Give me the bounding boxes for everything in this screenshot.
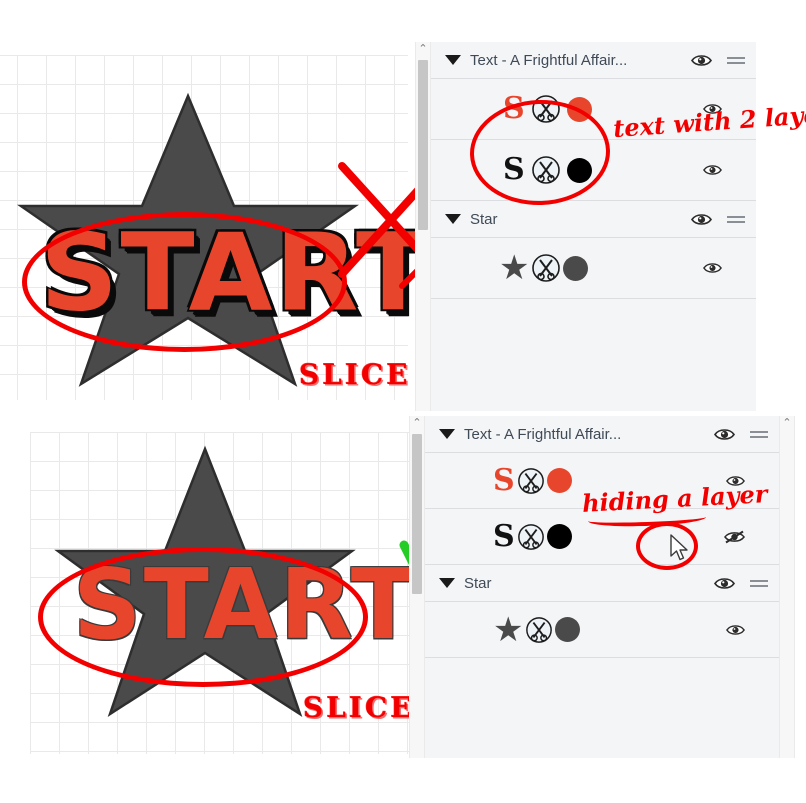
layer-color-dot	[546, 524, 572, 549]
layer-visibility-toggle[interactable]	[726, 623, 745, 637]
panel-scrollbar-left-bottom[interactable]: ⌃	[409, 416, 425, 758]
layer-row[interactable]: ★	[431, 238, 756, 299]
layer-row[interactable]: ★	[425, 602, 779, 658]
layer-star-thumb: ★	[493, 610, 524, 649]
slice-scissors-icon	[517, 523, 545, 551]
highlight-ellipse-hidden-eye	[636, 522, 698, 570]
highlight-ellipse-bottom	[38, 547, 368, 687]
layer-visibility-toggle[interactable]	[703, 163, 722, 177]
panel-filler	[425, 658, 779, 668]
layer-star-thumb: ★	[499, 249, 530, 287]
layer-thumbnails: S	[493, 518, 572, 554]
slice-scissors-icon	[531, 253, 561, 283]
layer-menu-icon[interactable]	[726, 54, 746, 66]
layers-panel-bottom[interactable]: ⌃ Text - A Frightful Affair... S S Star …	[409, 416, 795, 758]
scroll-up-icon[interactable]: ⌃	[780, 416, 794, 431]
chevron-down-icon[interactable]	[445, 214, 461, 224]
layer-group-header-text[interactable]: Text - A Frightful Affair...	[425, 416, 779, 453]
layer-color-dot	[555, 617, 581, 642]
chevron-down-icon[interactable]	[439, 578, 455, 588]
layer-thumbnails: ★	[493, 610, 581, 649]
scrollbar-thumb[interactable]	[412, 434, 422, 594]
panel-scrollbar-top[interactable]: ⌃	[415, 42, 431, 411]
layers-list-bottom: Text - A Frightful Affair... S S Star ★	[425, 416, 779, 758]
eye-visible-icon[interactable]	[714, 576, 735, 591]
chevron-down-icon[interactable]	[439, 429, 455, 439]
scroll-up-icon[interactable]: ⌃	[416, 42, 430, 57]
layer-letter-thumb: S	[493, 518, 515, 554]
layers-panel-top[interactable]: ⌃ Text - A Frightful Affair... S S Star …	[415, 42, 756, 411]
layers-list-top: Text - A Frightful Affair... S S Star ★	[431, 42, 756, 411]
layer-group-header-star[interactable]: Star	[431, 201, 756, 238]
layer-group-title: Text - A Frightful Affair...	[464, 425, 622, 443]
layer-menu-icon[interactable]	[749, 428, 769, 440]
layer-thumbnails: S	[493, 462, 572, 498]
layer-menu-icon[interactable]	[726, 213, 746, 225]
layer-visibility-toggle[interactable]	[703, 261, 722, 275]
screenshot-root: START SLICE DON'T WORK ⌃ Text - A Fright…	[0, 0, 806, 803]
panel-filler	[431, 299, 756, 309]
layer-group-title: Star	[470, 210, 498, 228]
layer-thumbnails: ★	[499, 249, 589, 287]
slice-scissors-icon	[517, 467, 545, 495]
slice-scissors-icon	[525, 616, 553, 644]
layer-menu-icon[interactable]	[749, 577, 769, 589]
layer-group-header-star[interactable]: Star	[425, 565, 779, 602]
layer-color-dot	[563, 255, 589, 281]
layer-color-dot	[546, 468, 572, 493]
chevron-down-icon[interactable]	[445, 55, 461, 65]
eye-visible-icon[interactable]	[691, 212, 712, 227]
layer-group-header-text[interactable]: Text - A Frightful Affair...	[431, 42, 756, 79]
eye-visible-icon[interactable]	[691, 53, 712, 68]
scrollbar-thumb[interactable]	[418, 60, 428, 230]
layer-group-title: Star	[464, 574, 492, 592]
layer-group-title: Text - A Frightful Affair...	[470, 51, 628, 69]
layer-visibility-toggle-hidden[interactable]	[724, 529, 745, 545]
layer-letter-thumb: S	[493, 462, 515, 498]
scroll-up-icon[interactable]: ⌃	[410, 416, 424, 431]
eye-visible-icon[interactable]	[714, 427, 735, 442]
highlight-ellipse-top	[22, 212, 347, 352]
panel-scrollbar-right-bottom[interactable]: ⌃	[779, 416, 795, 758]
